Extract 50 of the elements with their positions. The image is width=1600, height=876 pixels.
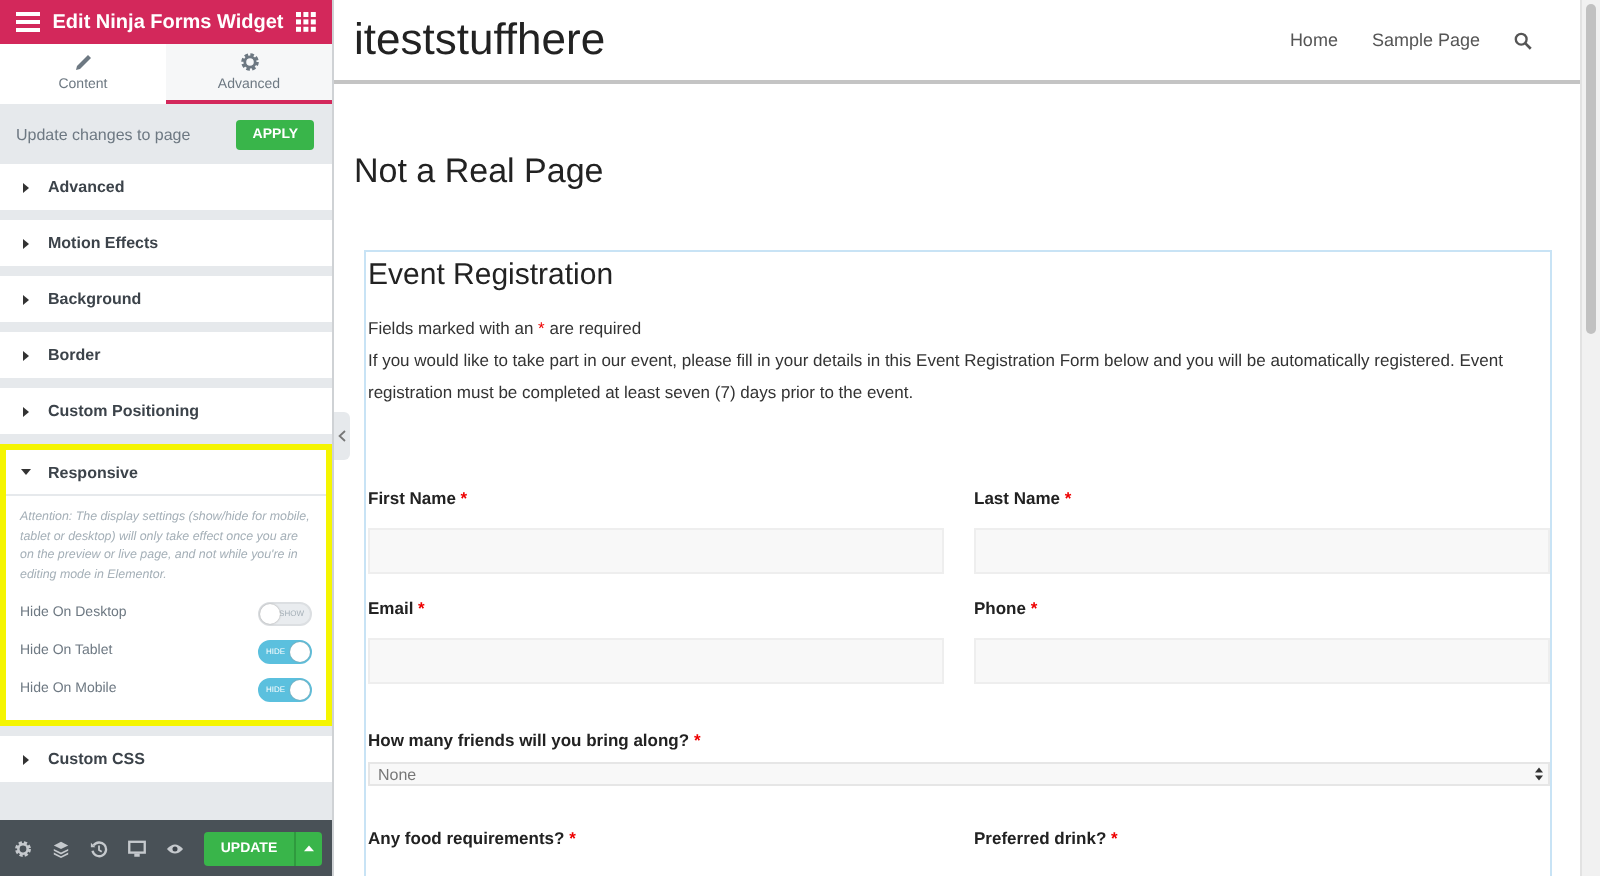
field-label: Last Name * <box>974 488 1074 510</box>
panel-title: Edit Ninja Forms Widget <box>52 11 284 33</box>
field-label: Preferred drink? * <box>974 828 1120 850</box>
search-icon[interactable] <box>1514 31 1532 49</box>
required-note: Fields marked with an * are required <box>368 316 644 342</box>
caret-icon <box>20 753 32 765</box>
section-header[interactable]: Motion Effects <box>0 220 332 266</box>
input-field[interactable] <box>974 638 1550 684</box>
eye-icon[interactable] <box>166 839 184 857</box>
gear-icon[interactable] <box>14 839 32 857</box>
page-title: Not a Real Page <box>354 152 606 192</box>
pencil-icon <box>73 52 93 72</box>
input-field[interactable] <box>974 528 1550 574</box>
caret-icon <box>20 466 32 478</box>
section-header[interactable]: Custom CSS <box>0 736 332 782</box>
gear-icon <box>239 52 259 72</box>
history-icon[interactable] <box>90 839 108 857</box>
dropdown[interactable]: None <box>368 762 1550 786</box>
field-label: Email * <box>368 598 427 620</box>
intro-text: If you would like to take part in our event, please fill in your details in this Event Registration Form below and you will be automatically registered. Event registration must be completed at least seven (7) days prior to the event. <box>368 348 1505 406</box>
caret-up-button[interactable] <box>294 831 322 865</box>
field-label: Phone * <box>974 598 1040 620</box>
site-title[interactable]: iteststuffhere <box>354 14 606 66</box>
nav-link[interactable]: Home <box>1289 30 1338 50</box>
caret-icon <box>20 237 32 249</box>
input-field[interactable] <box>368 528 944 574</box>
form-title: Event Registration <box>368 258 616 292</box>
field-label: Any food requirements? * <box>368 828 578 850</box>
section-header[interactable]: Advanced <box>0 164 332 210</box>
scrollbar[interactable] <box>1580 0 1600 876</box>
caret-icon <box>20 349 32 361</box>
collapse-handle[interactable] <box>334 412 350 460</box>
input-field[interactable] <box>368 638 944 684</box>
caret-up-icon <box>304 844 314 852</box>
grid-icon[interactable] <box>296 12 316 32</box>
section-header[interactable]: Custom Positioning <box>0 388 332 434</box>
update-message: Update changes to page <box>16 125 191 143</box>
caret-icon <box>20 293 32 305</box>
dropdown-arrows-icon <box>1534 766 1544 782</box>
caret-icon <box>20 181 32 193</box>
menu-icon[interactable] <box>16 12 40 32</box>
section-header[interactable]: Border <box>0 332 332 378</box>
section-header[interactable]: Responsive <box>6 450 326 496</box>
field-label: First Name * <box>368 488 470 510</box>
nav-link[interactable]: Sample Page <box>1371 30 1480 50</box>
section-header[interactable]: Background <box>0 276 332 322</box>
field-label: How many friends will you bring along? * <box>368 730 703 752</box>
monitor-icon[interactable] <box>128 839 146 857</box>
layers-icon[interactable] <box>52 839 70 857</box>
caret-icon <box>20 405 32 417</box>
